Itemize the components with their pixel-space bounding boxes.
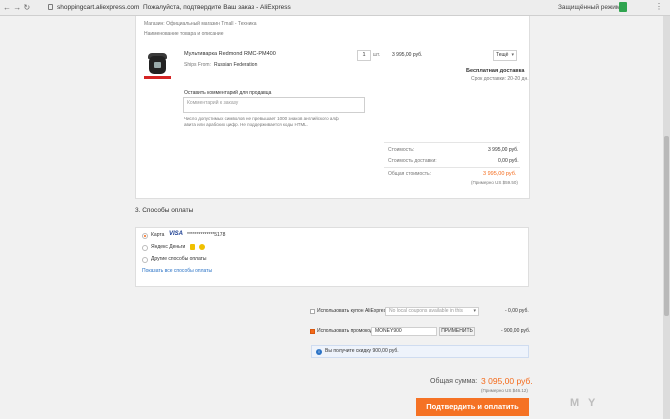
info-icon: i	[316, 349, 322, 355]
yandex-label: Яндекс Деньги	[151, 244, 186, 250]
confirm-and-pay-button[interactable]: Подтвердить и оплатить	[416, 398, 529, 416]
item-price: 3 995,00 руб.	[392, 52, 423, 58]
lock-icon	[48, 4, 53, 10]
product-display	[154, 62, 161, 68]
coupon-select[interactable]: No local coupons available in this ▾	[385, 307, 479, 316]
promo-discount-value: - 900,00 руб.	[501, 328, 531, 334]
product-name[interactable]: Мультиварка Redmond RMC-PM400	[184, 50, 276, 58]
order-total-value: 3 995,00 руб.	[483, 171, 517, 177]
browser-titlebar: ← → ↻ shoppingcart.aliexpress.com Пожалу…	[0, 0, 670, 16]
show-all-methods-link[interactable]: Показать все способы оплаты	[142, 268, 212, 275]
order-total-label: Общая стоимость:	[388, 171, 432, 177]
address-bar[interactable]: shoppingcart.aliexpress.com Пожалуйста, …	[57, 3, 291, 12]
promo-label: Использовать промокод:	[317, 328, 375, 334]
free-delivery: Бесплатная доставка	[466, 68, 525, 74]
menu-icon[interactable]: ⋮	[655, 2, 663, 11]
promo-info-text: Вы получите скидку 900,00 руб.	[325, 348, 399, 354]
card-number: **************5178	[187, 232, 226, 238]
order-total-usd: (Примерно US $59.50)	[471, 180, 518, 185]
unit-label: шт.	[373, 52, 381, 58]
comment-label: Оставить комментарий для продавца	[184, 90, 272, 96]
product-brand-stripe	[144, 76, 171, 79]
watermark: M Y	[570, 397, 599, 409]
shipping-select[interactable]: Тещё ▾	[493, 50, 517, 61]
coupon-select-value: No local coupons available in this	[389, 308, 463, 314]
scrollbar[interactable]	[663, 16, 670, 419]
quantity-input[interactable]: 1	[357, 50, 371, 61]
cost-value: 3 995,00 руб.	[488, 147, 519, 153]
card-label: Карта	[151, 232, 165, 238]
protected-mode-label: Защищённый режим	[558, 4, 621, 11]
ships-from-value: Russian Federation	[214, 62, 258, 68]
promo-code-input[interactable]: MONEY900	[371, 327, 437, 336]
promo-info-banner: i Вы получите скидку 900,00 руб.	[311, 345, 529, 358]
delivery-cost-label: Стоимость доставки:	[388, 158, 437, 164]
delivery-time: Срок доставки: 20-20 дн.	[471, 76, 529, 82]
payment-radio-card[interactable]	[142, 233, 148, 239]
payment-radio-other[interactable]	[142, 257, 148, 263]
tab-title: Пожалуйста, подтвердите Ваш заказ - AliE…	[143, 4, 291, 11]
apply-promo-button[interactable]: ПРИМЕНИТЬ	[439, 327, 475, 336]
chevron-down-icon: ▾	[473, 308, 476, 314]
cost-label: Стоимость:	[388, 147, 415, 153]
grand-total-value: 3 095,00 руб.	[481, 376, 533, 386]
back-forward-icon[interactable]: ← → ↻	[3, 3, 30, 12]
visa-logo-icon: VISA	[169, 231, 184, 237]
grand-total-label: Общая сумма:	[430, 378, 478, 385]
coupon-checkbox[interactable]	[310, 309, 315, 314]
promo-checkbox[interactable]	[310, 329, 315, 334]
payment-section-title: 3. Способы оплаты	[135, 207, 194, 214]
ships-from-label: Ships From:	[184, 62, 211, 68]
divider	[384, 167, 520, 168]
coupon-discount-value: - 0,00 руб.	[505, 308, 529, 314]
comment-hint-2: авита или арабских цифр. Не поддерживает…	[184, 122, 308, 127]
comment-textarea[interactable]: Комментарий к заказу	[183, 97, 365, 113]
chevron-down-icon: ▾	[511, 52, 514, 58]
other-methods-label: Другие способы оплаты	[151, 256, 207, 262]
product-image[interactable]	[144, 48, 171, 80]
yandex-wallet-icon	[190, 244, 195, 250]
grand-total-usd: (Примерно US $46.12)	[481, 388, 528, 393]
url-text: shoppingcart.aliexpress.com	[57, 4, 140, 11]
columns-header: Наименование товара и описание	[144, 31, 224, 37]
shipping-select-value: Тещё	[496, 52, 509, 58]
shield-icon[interactable]	[619, 2, 627, 12]
delivery-cost-value: 0,00 руб.	[498, 158, 519, 164]
payment-radio-yandex[interactable]	[142, 245, 148, 251]
coupon-label: Использовать купон AliExpress:	[317, 308, 390, 314]
store-name: Магазин: Официальный магазин Tmall - Тех…	[144, 21, 257, 27]
yandex-coin-icon	[199, 244, 205, 250]
scrollbar-thumb[interactable]	[664, 136, 669, 316]
divider	[384, 142, 520, 143]
